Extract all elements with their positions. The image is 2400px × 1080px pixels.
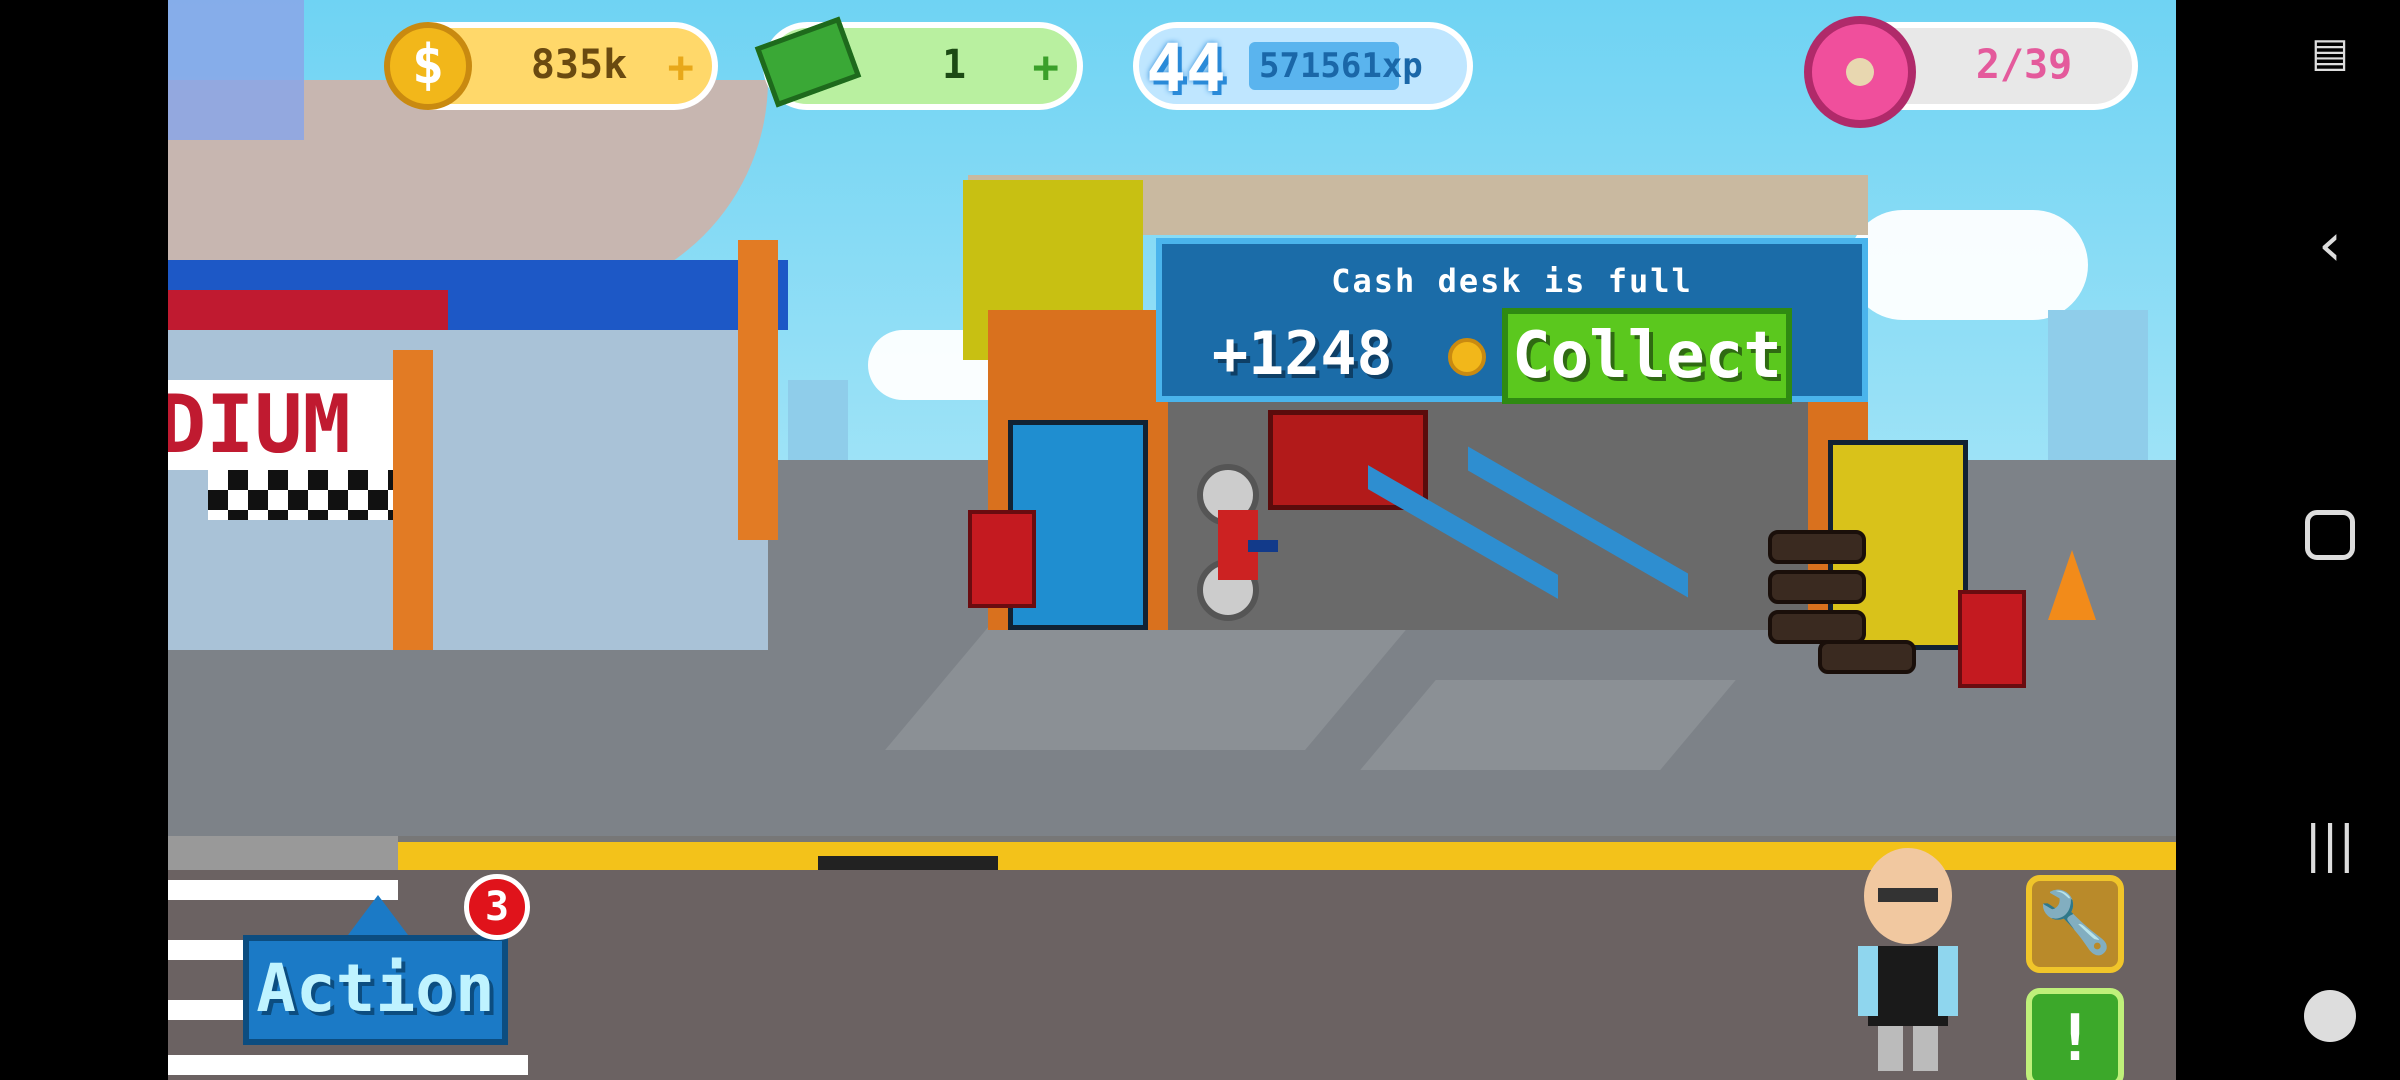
tire [1768,530,1866,564]
wrench-button[interactable]: 🔧 [2026,875,2124,973]
coin-icon [1448,338,1486,376]
system-navigation-bar [2176,0,2400,1080]
back-icon[interactable]: ‹ [2300,210,2360,280]
motorbike[interactable] [1188,450,1288,630]
xp-counter[interactable]: 44 571561xp [1133,22,1473,110]
add-coins-button[interactable]: + [668,42,695,93]
drain [818,856,998,870]
recents-icon[interactable]: ||| [2300,815,2360,873]
home-icon[interactable] [2300,510,2360,560]
popup-amount: +1248 [1212,319,1393,389]
collect-button[interactable]: Collect [1502,308,1792,404]
stadium-sign: DIUM [168,380,398,470]
alert-button[interactable]: ! [2026,988,2124,1080]
coin-icon: $ [384,22,472,110]
mailbox [968,510,1036,608]
action-arrow-icon [348,895,408,935]
mechanic-character[interactable] [1838,846,1978,1080]
cloud [1848,210,2088,320]
screen-lock-icon[interactable]: ▤ [2300,30,2360,76]
mailbox [1958,590,2026,688]
exclamation-icon: ! [2055,1002,2095,1076]
donut-icon [1804,16,1916,128]
stadium-pillar [738,240,778,540]
tire [1768,570,1866,604]
add-cash-button[interactable]: + [1033,42,1060,93]
donut-value: 2/39 [1975,42,2073,88]
action-badge: 3 [464,874,530,940]
coins-value: 835k [530,42,628,88]
cash-counter[interactable]: 1 + [754,16,1083,110]
stadium-pillar [393,350,433,650]
player-avatar[interactable] [168,0,304,140]
traffic-cone [2048,550,2096,620]
donut-counter[interactable]: 2/39 [1804,16,2138,128]
cash-value: 1 [941,42,967,88]
game-launcher-icon[interactable] [2300,990,2360,1042]
wrench-icon: 🔧 [2037,888,2113,958]
tire [1818,640,1916,674]
popup-message: Cash desk is full [1331,262,1693,300]
action-button[interactable]: Action [243,935,508,1045]
curb-segment [168,836,398,870]
xp-value: 571561xp [1259,46,1423,86]
game-viewport[interactable]: DIUM $ 835k + 1 + 44 571561xp 2/39 Cash … [168,0,2176,1080]
coins-counter[interactable]: $ 835k + [384,22,718,110]
crosswalk-stripe [168,1055,528,1075]
cash-desk-popup: Cash desk is full +1248 Collect [1156,238,1868,404]
player-level: 44 [1146,30,1226,107]
tire [1768,610,1866,644]
